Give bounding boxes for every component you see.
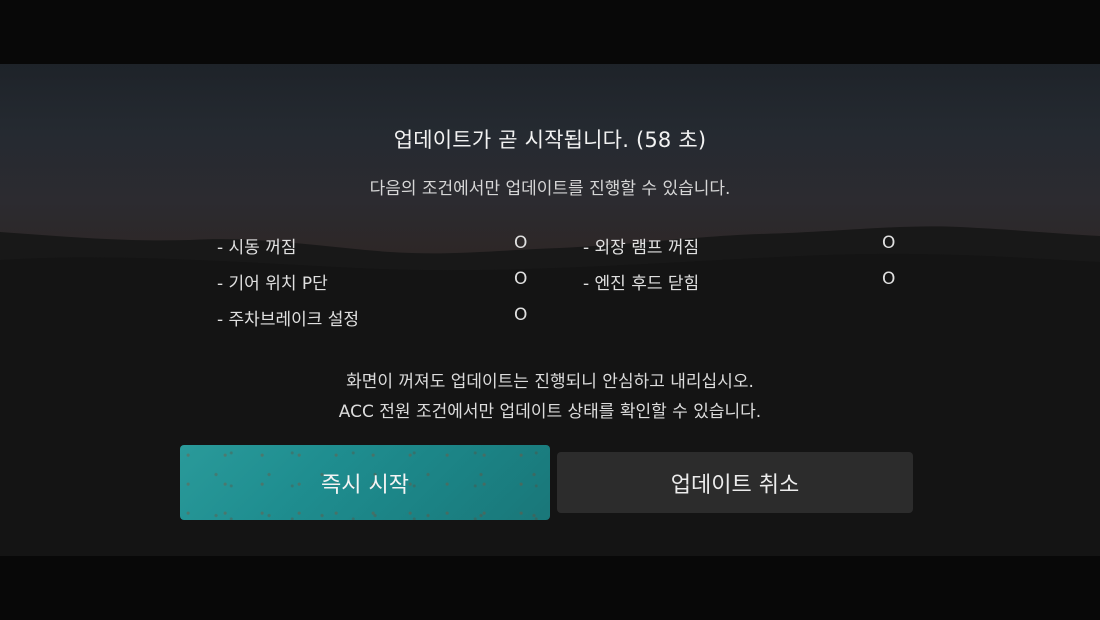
dialog-subtitle: 다음의 조건에서만 업데이트를 진행할 수 있습니다. bbox=[369, 179, 731, 199]
update-dialog: 업데이트가 곧 시작됩니다. (58 초) 다음의 조건에서만 업데이트를 진행… bbox=[0, 0, 1100, 620]
condition-label-ignition-off: - 시동 꺼짐 bbox=[217, 238, 297, 258]
condition-label-exterior-lamp-off: - 외장 램프 꺼짐 bbox=[583, 238, 700, 258]
condition-status-hood-closed: O bbox=[882, 269, 896, 289]
dialog-title: 업데이트가 곧 시작됩니다. (58 초) bbox=[393, 128, 707, 152]
condition-label-gear-park: - 기어 위치 P단 bbox=[217, 274, 328, 294]
start-now-button[interactable]: 즉시 시작 bbox=[180, 445, 550, 520]
cancel-update-button[interactable]: 업데이트 취소 bbox=[557, 452, 913, 513]
notice-line-1: 화면이 꺼져도 업데이트는 진행되니 안심하고 내리십시오. bbox=[346, 372, 754, 392]
condition-label-hood-closed: - 엔진 후드 닫힘 bbox=[583, 274, 700, 294]
update-screen: 업데이트가 곧 시작됩니다. (58 초) 다음의 조건에서만 업데이트를 진행… bbox=[0, 0, 1100, 620]
condition-label-parking-brake: - 주차브레이크 설정 bbox=[217, 310, 360, 330]
condition-status-parking-brake: O bbox=[514, 305, 528, 325]
condition-status-exterior-lamp-off: O bbox=[882, 233, 896, 253]
condition-status-ignition-off: O bbox=[514, 233, 528, 253]
notice-line-2: ACC 전원 조건에서만 업데이트 상태를 확인할 수 있습니다. bbox=[338, 402, 762, 422]
condition-status-gear-park: O bbox=[514, 269, 528, 289]
